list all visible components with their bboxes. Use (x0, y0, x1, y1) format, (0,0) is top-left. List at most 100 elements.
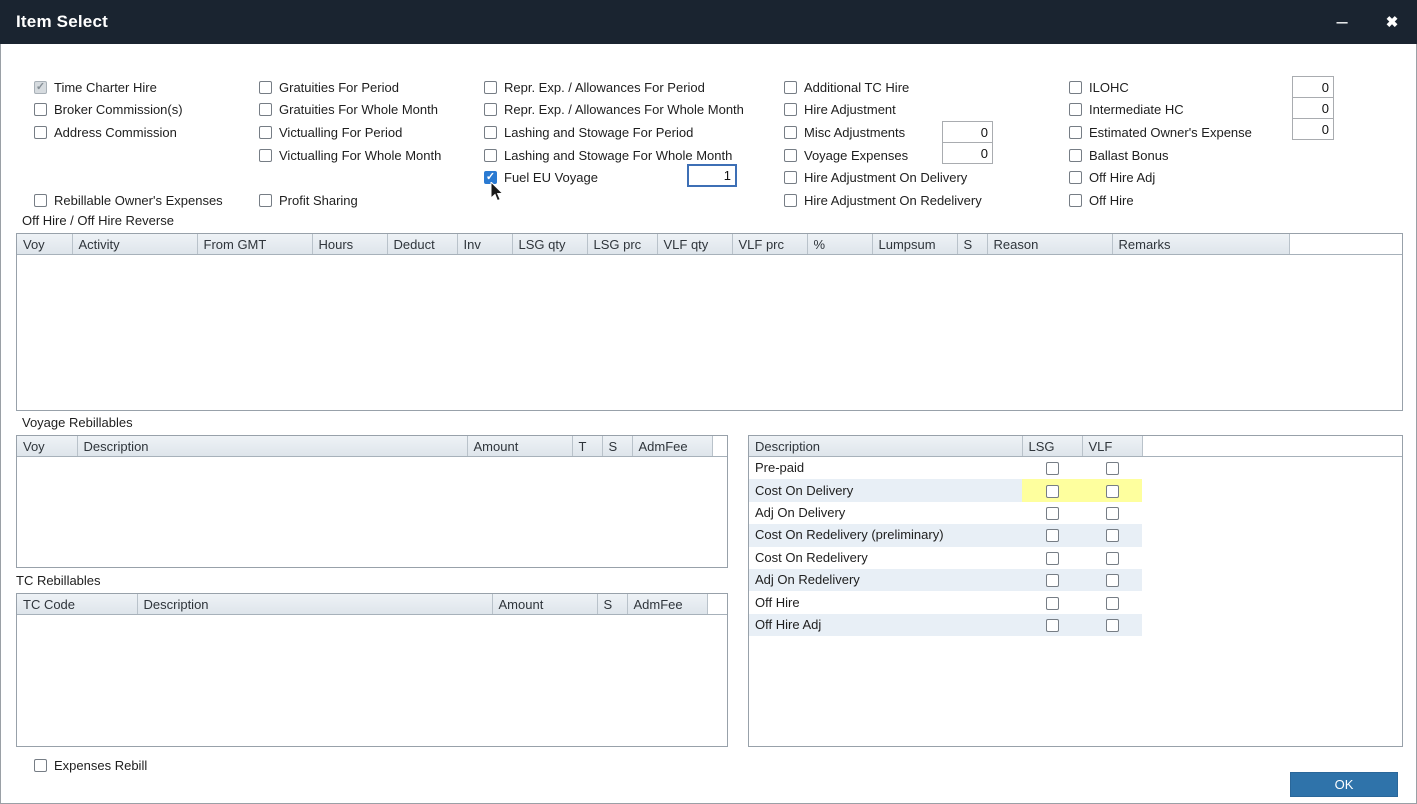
cost-on-redelivery-lsg-checkbox[interactable] (1046, 552, 1059, 565)
offhire-col-inv: Inv (457, 234, 512, 255)
option-off-hire[interactable]: Off Hire (1069, 189, 1252, 212)
cost-on-redelivery-preliminary-lsg-checkbox[interactable] (1046, 529, 1059, 542)
rebillable-owners-expenses-checkbox[interactable] (34, 194, 47, 207)
ilohc-value-input[interactable] (1292, 76, 1334, 98)
address-commission-checkbox[interactable] (34, 126, 47, 139)
hire-adjustment-on-redelivery-checkbox[interactable] (784, 194, 797, 207)
option-estimated-owners-expense[interactable]: Estimated Owner's Expense (1069, 121, 1252, 144)
close-icon[interactable]: ✖ (1367, 0, 1417, 44)
misc-adjustments-checkbox[interactable] (784, 126, 797, 139)
hire-adjustment-checkbox[interactable] (784, 103, 797, 116)
off-hire-adj-lsg-checkbox[interactable] (1046, 619, 1059, 632)
victualling-for-whole-month-checkbox[interactable] (259, 149, 272, 162)
gratuities-for-period-checkbox[interactable] (259, 81, 272, 94)
adj-on-delivery-lsg-checkbox[interactable] (1046, 507, 1059, 520)
option-address-commission[interactable]: Address Commission (34, 121, 223, 144)
option-expenses-rebill[interactable]: Expenses Rebill (34, 754, 147, 777)
cost-on-delivery-vlf-checkbox[interactable] (1106, 485, 1119, 498)
option-profit-sharing[interactable]: Profit Sharing (259, 189, 441, 212)
off-hire-checkbox[interactable] (1069, 194, 1082, 207)
profit-sharing-checkbox[interactable] (259, 194, 272, 207)
lashing-and-stowage-for-whole-month-checkbox[interactable] (484, 149, 497, 162)
cost-on-delivery-lsg-checkbox[interactable] (1046, 485, 1059, 498)
option-hire-adjustment-on-redelivery[interactable]: Hire Adjustment On Redelivery (784, 189, 982, 212)
misc-adjustments-input[interactable] (942, 121, 993, 143)
spacer (259, 166, 441, 189)
voyage-rebillables-table: Voy Description Amount T S AdmFee (16, 435, 728, 568)
cost-on-redelivery-preliminary-label: Cost On Redelivery (preliminary) (749, 524, 1022, 546)
ok-button[interactable]: OK (1290, 772, 1398, 797)
cost-on-redelivery-preliminary-vlf-checkbox[interactable] (1106, 529, 1119, 542)
pre-paid-vlf-checkbox[interactable] (1106, 462, 1119, 475)
broker-commissions-checkbox[interactable] (34, 103, 47, 116)
victualling-for-period-checkbox[interactable] (259, 126, 272, 139)
off-hire-vlf-checkbox[interactable] (1106, 597, 1119, 610)
cost-on-delivery-label: Cost On Delivery (749, 479, 1022, 501)
lashing-and-stowage-for-period-label: Lashing and Stowage For Period (504, 125, 693, 140)
adj-on-delivery-vlf-checkbox[interactable] (1106, 507, 1119, 520)
offhire-col-lumpsum: Lumpsum (872, 234, 957, 255)
offhire-table: Voy Activity From GMT Hours Deduct Inv L… (16, 233, 1403, 411)
cost-row-adj-on-delivery: Adj On Delivery (749, 502, 1402, 524)
fuel-eu-voyage-input[interactable] (687, 164, 737, 187)
intermediate-hc-checkbox[interactable] (1069, 103, 1082, 116)
off-hire-adj-vlf-checkbox[interactable] (1106, 619, 1119, 632)
option-broker-commissions[interactable]: Broker Commission(s) (34, 99, 223, 122)
estimated-owners-expense-checkbox[interactable] (1069, 126, 1082, 139)
pre-paid-lsg-checkbox[interactable] (1046, 462, 1059, 475)
option-off-hire-adj[interactable]: Off Hire Adj (1069, 166, 1252, 189)
expenses-rebill-checkbox[interactable] (34, 759, 47, 772)
option-gratuities-for-whole-month[interactable]: Gratuities For Whole Month (259, 99, 441, 122)
time-charter-hire-checkbox (34, 81, 47, 94)
rebillable-owners-expenses-label: Rebillable Owner's Expenses (54, 193, 223, 208)
gratuities-for-whole-month-checkbox[interactable] (259, 103, 272, 116)
option-lashing-and-stowage-for-whole-month[interactable]: Lashing and Stowage For Whole Month (484, 144, 744, 167)
profit-sharing-label: Profit Sharing (279, 193, 358, 208)
ballast-bonus-checkbox[interactable] (1069, 149, 1082, 162)
repr-exp-allowances-for-whole-month-checkbox[interactable] (484, 103, 497, 116)
tc-rebillables-col-s: S (597, 594, 627, 615)
option-hire-adjustment[interactable]: Hire Adjustment (784, 99, 982, 122)
hire-adjustment-on-delivery-checkbox[interactable] (784, 171, 797, 184)
expenses-rebill-label: Expenses Rebill (54, 758, 147, 773)
intermediate-hc-value-input[interactable] (1292, 97, 1334, 119)
off-hire-adj-checkbox[interactable] (1069, 171, 1082, 184)
option-additional-tc-hire[interactable]: Additional TC Hire (784, 76, 982, 99)
hire-adjustment-on-redelivery-label: Hire Adjustment On Redelivery (804, 193, 982, 208)
option-repr-exp-allowances-for-whole-month[interactable]: Repr. Exp. / Allowances For Whole Month (484, 99, 744, 122)
adj-on-redelivery-lsg-checkbox[interactable] (1046, 574, 1059, 587)
cost-on-redelivery-label: Cost On Redelivery (749, 547, 1022, 569)
mouse-cursor-icon (490, 182, 506, 204)
offhire-col-s: S (957, 234, 987, 255)
option-time-charter-hire[interactable]: Time Charter Hire (34, 76, 223, 99)
offhire-table-header-row: Voy Activity From GMT Hours Deduct Inv L… (17, 234, 1402, 255)
spacer (34, 166, 223, 189)
voyage-expenses-input[interactable] (942, 142, 993, 164)
ballast-bonus-label: Ballast Bonus (1089, 148, 1169, 163)
voyage-expenses-checkbox[interactable] (784, 149, 797, 162)
lashing-and-stowage-for-period-checkbox[interactable] (484, 126, 497, 139)
option-ballast-bonus[interactable]: Ballast Bonus (1069, 144, 1252, 167)
option-repr-exp-allowances-for-period[interactable]: Repr. Exp. / Allowances For Period (484, 76, 744, 99)
address-commission-label: Address Commission (54, 125, 177, 140)
option-victualling-for-whole-month[interactable]: Victualling For Whole Month (259, 144, 441, 167)
option-lashing-and-stowage-for-period[interactable]: Lashing and Stowage For Period (484, 121, 744, 144)
checkbox-column-5: ILOHC Intermediate HC Estimated Owner's … (1069, 76, 1252, 212)
time-charter-hire-label: Time Charter Hire (54, 80, 157, 95)
option-victualling-for-period[interactable]: Victualling For Period (259, 121, 441, 144)
minimize-icon[interactable]: – (1317, 0, 1367, 44)
voyage-rebillables-header-row: Voy Description Amount T S AdmFee (17, 436, 727, 457)
option-rebillable-owners-expenses[interactable]: Rebillable Owner's Expenses (34, 189, 223, 212)
option-intermediate-hc[interactable]: Intermediate HC (1069, 99, 1252, 122)
option-ilohc[interactable]: ILOHC (1069, 76, 1252, 99)
cost-on-redelivery-vlf-checkbox[interactable] (1106, 552, 1119, 565)
offhire-col-reason: Reason (987, 234, 1112, 255)
off-hire-lsg-checkbox[interactable] (1046, 597, 1059, 610)
option-hire-adjustment-on-delivery[interactable]: Hire Adjustment On Delivery (784, 166, 982, 189)
ilohc-checkbox[interactable] (1069, 81, 1082, 94)
repr-exp-allowances-for-period-checkbox[interactable] (484, 81, 497, 94)
estimated-owners-expense-value-input[interactable] (1292, 118, 1334, 140)
adj-on-redelivery-vlf-checkbox[interactable] (1106, 574, 1119, 587)
option-gratuities-for-period[interactable]: Gratuities For Period (259, 76, 441, 99)
additional-tc-hire-checkbox[interactable] (784, 81, 797, 94)
